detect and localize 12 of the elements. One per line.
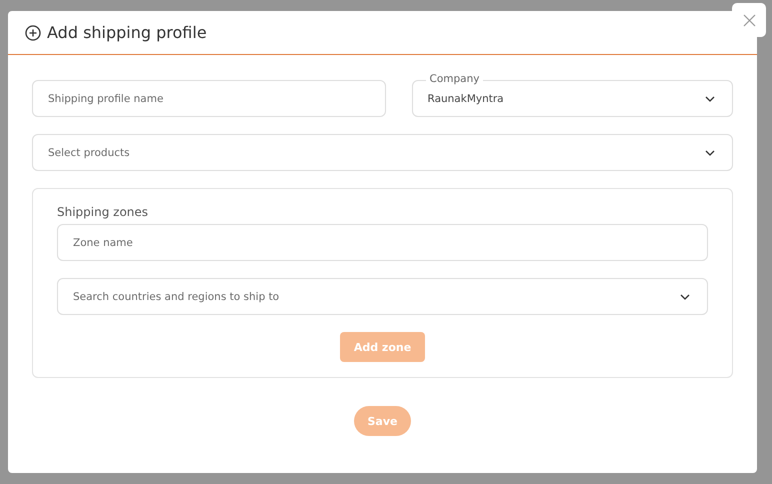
chevron-down-icon [705,96,715,102]
dialog-title: Add shipping profile [47,23,207,42]
text-field[interactable]: Shipping profile name [32,80,386,117]
chevron-down-icon [705,150,715,156]
section-heading: Shipping zones [57,205,150,219]
select-field[interactable]: Search countries and regions to ship to [57,278,708,315]
field-label: Company [426,73,484,86]
close-icon [742,14,756,26]
add-icon [25,24,41,40]
text-field[interactable]: Zone name [57,224,708,261]
select-field[interactable]: Select products [32,134,733,171]
chevron-down-icon [680,294,690,300]
